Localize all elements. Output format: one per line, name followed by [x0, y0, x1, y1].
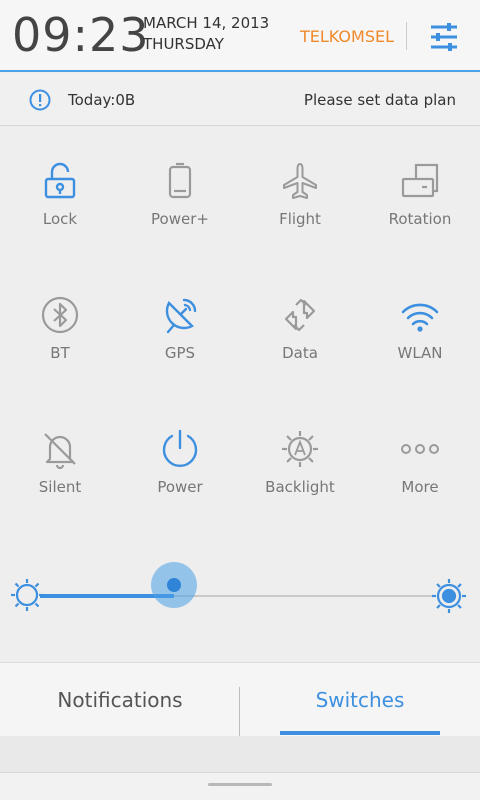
- header-divider: [406, 22, 407, 50]
- airplane-icon: [283, 163, 317, 199]
- toggle-label: More: [401, 478, 439, 496]
- toggle-data[interactable]: Data: [240, 261, 360, 395]
- brightness-low-icon[interactable]: [10, 578, 44, 612]
- toggle-label: Backlight: [265, 478, 335, 496]
- lock-icon: [44, 162, 76, 199]
- wifi-icon: [401, 303, 439, 332]
- backlight-icon: [282, 431, 318, 467]
- data-usage-bar[interactable]: Today:0B Please set data plan: [0, 74, 480, 126]
- toggle-wlan[interactable]: WLAN: [360, 261, 480, 395]
- toggle-label: BT: [50, 344, 70, 362]
- brightness-thumb-dot: [166, 578, 181, 592]
- tab-switches[interactable]: Switches: [240, 663, 480, 737]
- info-icon: [29, 89, 51, 111]
- toggle-power[interactable]: Power: [120, 395, 240, 529]
- toggle-silent[interactable]: Silent: [0, 395, 120, 529]
- rotation-icon: [401, 163, 439, 198]
- toggle-label: Data: [282, 344, 318, 362]
- panel-tabs: Notifications Switches: [0, 662, 480, 749]
- toggle-label: WLAN: [397, 344, 443, 362]
- quick-toggles-grid: Lock Power+ Flight Rotation BT GPS Data …: [0, 127, 480, 532]
- toggle-label: GPS: [164, 344, 196, 362]
- drag-handle[interactable]: [208, 783, 272, 786]
- toggle-flight[interactable]: Flight: [240, 127, 360, 261]
- toggle-label: Lock: [42, 210, 78, 228]
- brightness-track[interactable]: [40, 594, 434, 598]
- toggle-power-plus[interactable]: Power+: [120, 127, 240, 261]
- data-icon: [284, 298, 316, 332]
- battery-icon: [168, 162, 192, 199]
- gps-icon: [165, 298, 197, 334]
- status-header: 09:23 MARCH 14, 2013 THURSDAY TELKOMSEL: [0, 0, 480, 72]
- data-today: Today:0B: [68, 91, 136, 109]
- panel-handle-bar[interactable]: [0, 772, 480, 800]
- date-block: MARCH 14, 2013 THURSDAY: [143, 13, 269, 55]
- brightness-auto-icon[interactable]: [431, 578, 467, 614]
- toggle-gps[interactable]: GPS: [120, 261, 240, 395]
- data-plan-message[interactable]: Please set data plan: [304, 91, 456, 109]
- brightness-thumb[interactable]: [150, 562, 197, 608]
- settings-button[interactable]: [424, 20, 464, 54]
- sliders-icon: [431, 23, 457, 51]
- toggle-label: Silent: [38, 478, 82, 496]
- brightness-control: [0, 555, 480, 635]
- more-icon: [401, 444, 439, 454]
- bluetooth-icon: [41, 296, 79, 334]
- toggle-lock[interactable]: Lock: [0, 127, 120, 261]
- toggle-backlight[interactable]: Backlight: [240, 395, 360, 529]
- power-icon: [162, 429, 198, 468]
- toggle-label: Rotation: [388, 210, 452, 228]
- tab-notifications[interactable]: Notifications: [0, 663, 240, 737]
- day-text: THURSDAY: [143, 35, 224, 53]
- bell-off-icon: [44, 433, 76, 469]
- toggle-label: Power+: [151, 210, 209, 228]
- selected-tab-indicator: [280, 731, 440, 735]
- toggle-label: Power: [157, 478, 203, 496]
- toggle-more[interactable]: More: [360, 395, 480, 529]
- clock-time: 09:23: [12, 8, 150, 62]
- carrier-name: TELKOMSEL: [300, 27, 394, 46]
- toggle-bluetooth[interactable]: BT: [0, 261, 120, 395]
- toggle-rotation[interactable]: Rotation: [360, 127, 480, 261]
- date-text: MARCH 14, 2013: [143, 14, 270, 32]
- toggle-label: Flight: [279, 210, 321, 228]
